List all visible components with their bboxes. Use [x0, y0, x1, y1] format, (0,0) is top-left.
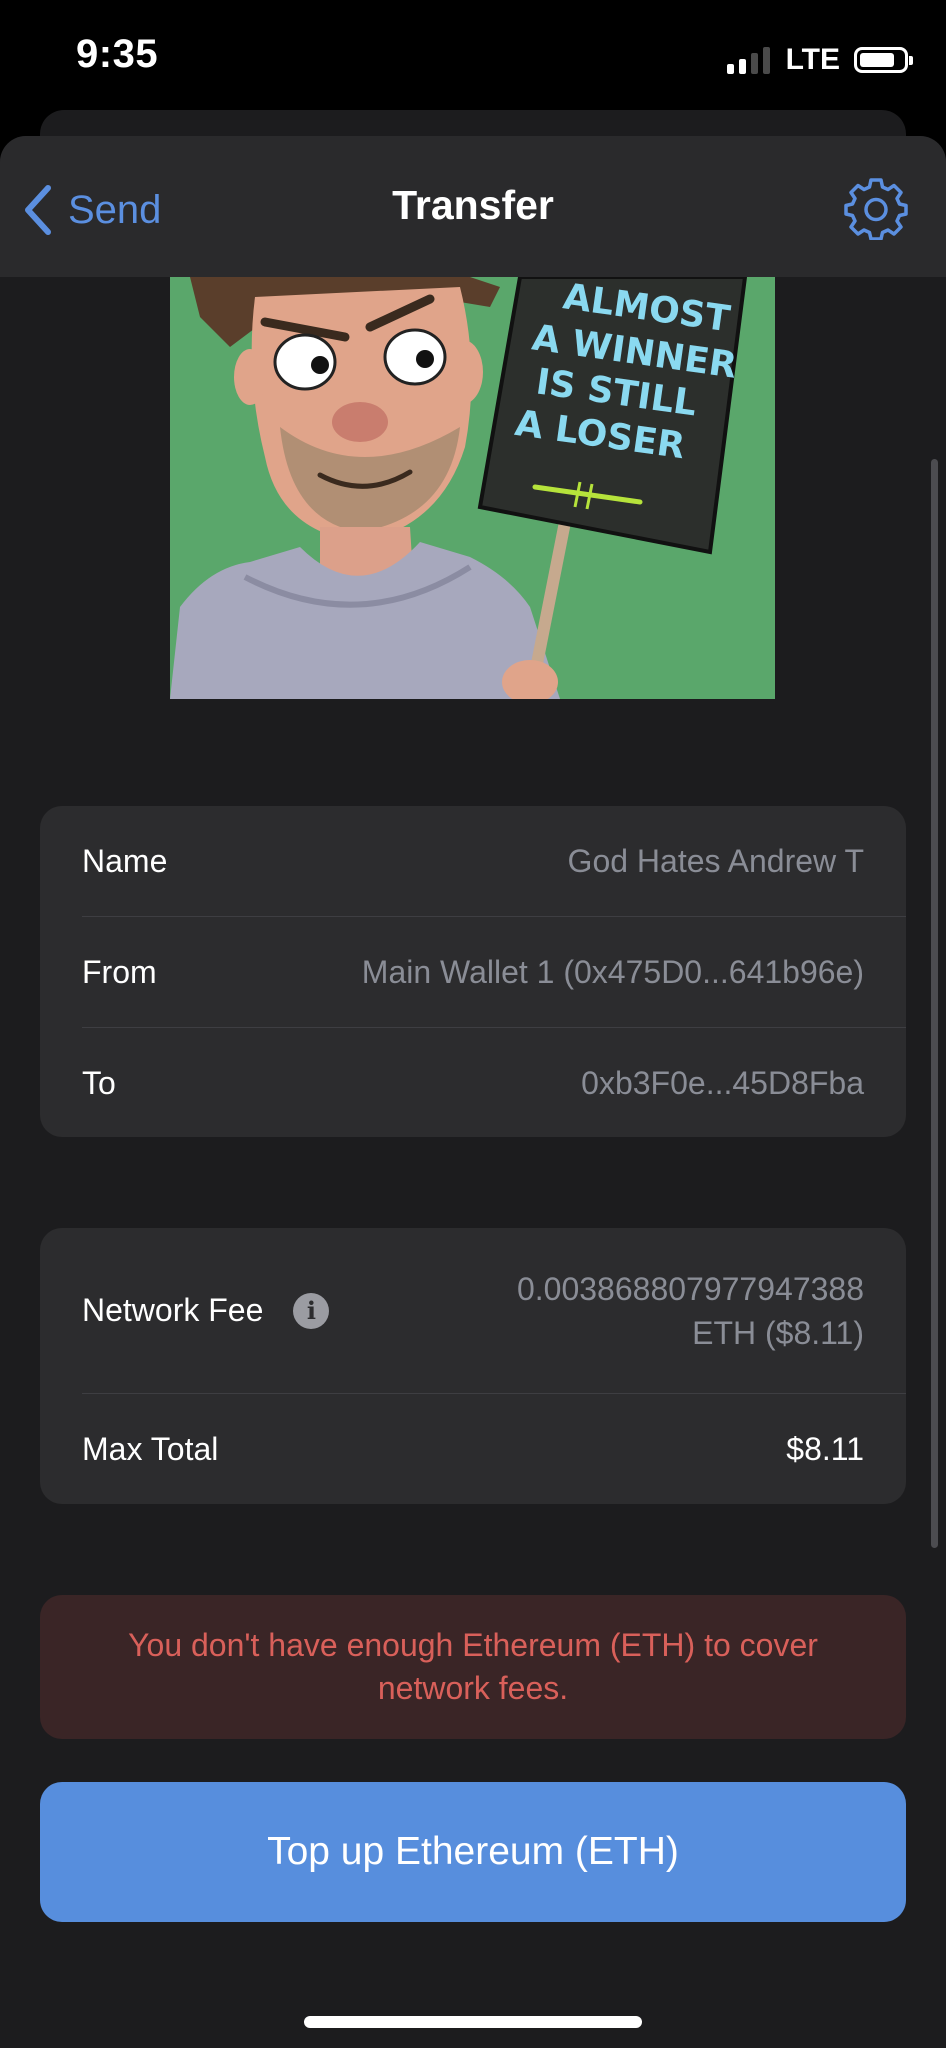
from-value: Main Wallet 1 (0x475D0...641b96e) [361, 953, 864, 990]
scrollbar[interactable] [931, 459, 938, 1548]
navigation-bar: Send Transfer [0, 136, 946, 277]
status-bar: 9:35 LTE [0, 0, 946, 120]
max-total-row: Max Total $8.11 [40, 1394, 906, 1504]
network-fee-label: Network Fee [82, 1292, 264, 1328]
info-icon[interactable]: i [293, 1292, 330, 1329]
from-label: From [82, 953, 157, 990]
to-label: To [82, 1064, 116, 1101]
cellular-signal-icon [726, 46, 770, 74]
max-total-value: $8.11 [786, 1430, 864, 1467]
home-indicator[interactable] [304, 2016, 642, 2028]
battery-icon [854, 47, 913, 73]
network-fee-row: Network Fee i 0.003868807977947388 ETH (… [40, 1228, 906, 1393]
name-row: Name God Hates Andrew T [40, 806, 906, 916]
status-time: 9:35 [76, 32, 159, 76]
page-title: Transfer [392, 182, 554, 228]
transfer-details-card: Name God Hates Andrew T From Main Wallet… [40, 806, 906, 1137]
fees-card: Network Fee i 0.003868807977947388 ETH (… [40, 1228, 906, 1504]
insufficient-funds-error: You don't have enough Ethereum (ETH) to … [40, 1595, 906, 1739]
max-total-label: Max Total [82, 1430, 219, 1467]
to-row: To 0xb3F0e...45D8Fba [40, 1028, 906, 1138]
network-type: LTE [785, 43, 840, 76]
transfer-sheet: Send Transfer ALMOST A WINNER IS STILL A… [0, 136, 946, 2048]
network-fee-amount: 0.003868807977947388 [516, 1270, 864, 1307]
nft-image: ALMOST A WINNER IS STILL A LOSER [170, 277, 775, 699]
from-row: From Main Wallet 1 (0x475D0...641b96e) [40, 917, 906, 1027]
name-label: Name [82, 842, 168, 879]
network-fee-fiat: ETH ($8.11) [692, 1314, 864, 1351]
settings-gear-icon[interactable] [844, 176, 908, 241]
to-value: 0xb3F0e...45D8Fba [581, 1064, 864, 1101]
name-value: God Hates Andrew T [567, 842, 864, 879]
network-fee-value: 0.003868807977947388 ETH ($8.11) [517, 1267, 864, 1355]
status-icons: LTE [726, 40, 913, 80]
error-message: You don't have enough Ethereum (ETH) to … [128, 1627, 818, 1706]
top-up-eth-button[interactable]: Top up Ethereum (ETH) [40, 1782, 906, 1922]
